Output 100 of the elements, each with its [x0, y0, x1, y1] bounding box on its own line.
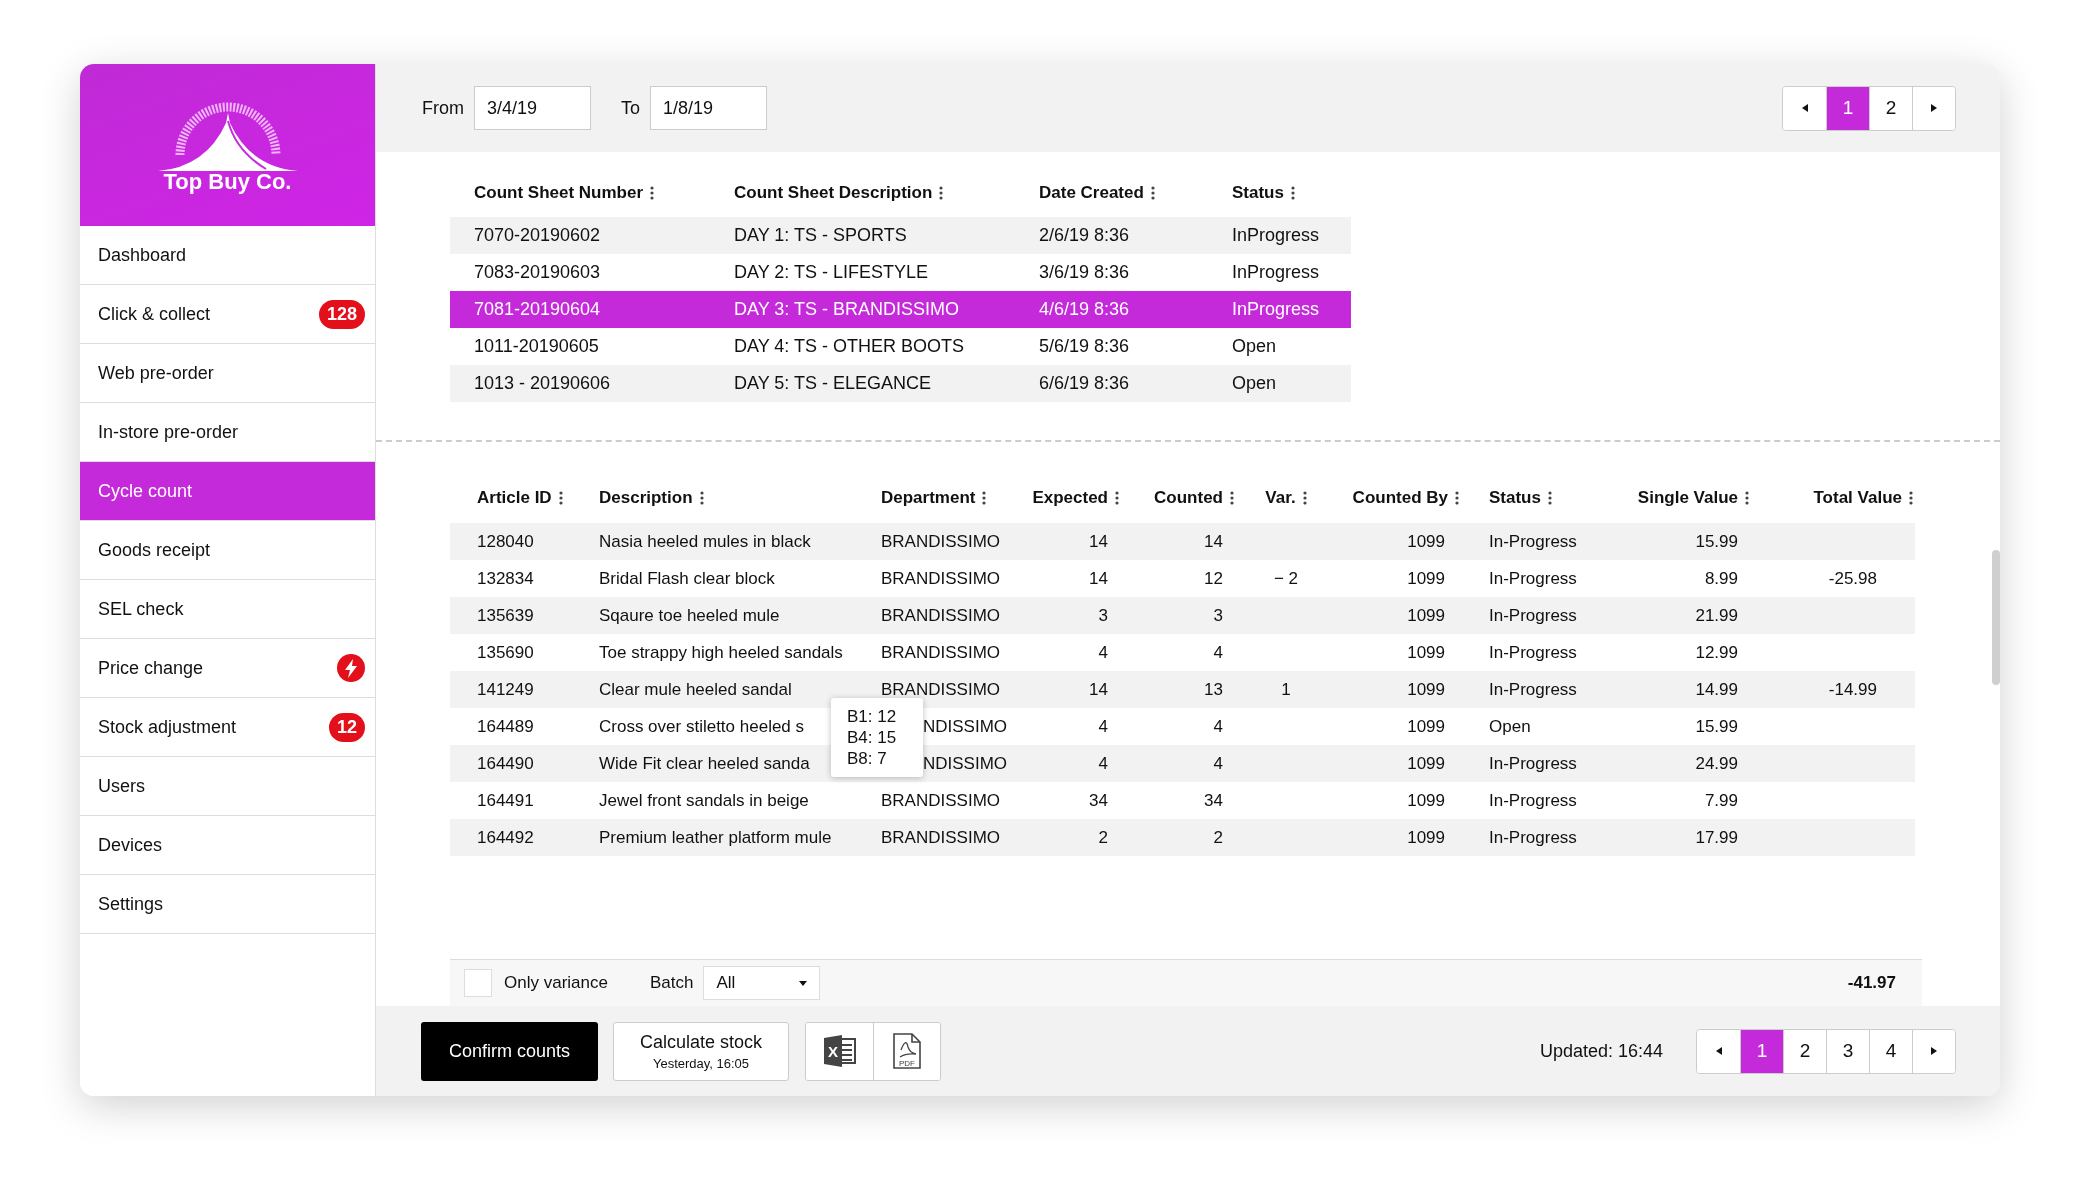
- table-cell: 1099: [1407, 790, 1445, 810]
- from-date-field[interactable]: 3/4/19: [474, 86, 591, 130]
- table-cell: BRANDISSIMO: [881, 531, 1001, 551]
- sidebar-item[interactable]: Stock adjustment 12: [80, 698, 375, 757]
- table-cell: 14: [1089, 531, 1108, 551]
- page-button[interactable]: 1: [1826, 86, 1869, 130]
- brand-name: Top Buy Co.: [163, 169, 292, 195]
- page-button[interactable]: 2: [1869, 86, 1912, 130]
- more-icon: [1150, 186, 1155, 200]
- sidebar-label: Users: [98, 775, 146, 797]
- sidebar-item[interactable]: Dashboard: [80, 226, 375, 285]
- table-row[interactable]: 1011-20190605 DAY 4: TS - OTHER BOOTS 5/6/19 8:36 Open: [450, 328, 1351, 365]
- column-header[interactable]: Status: [1489, 488, 1541, 508]
- previous-page-button[interactable]: [1783, 86, 1826, 130]
- excel-export-button[interactable]: X: [806, 1022, 873, 1080]
- column-header[interactable]: Count Sheet Number: [474, 183, 644, 203]
- more-icon: [558, 491, 563, 505]
- sidebar-item[interactable]: Click & collect 128: [80, 285, 375, 344]
- table-cell: 14: [1089, 679, 1108, 699]
- sidebar-label: Web pre-order: [98, 362, 215, 384]
- batch-dropdown[interactable]: All: [703, 966, 821, 1000]
- table-cell: NDISSIMO: [923, 716, 1008, 736]
- column-header[interactable]: Date Created: [1039, 183, 1144, 203]
- sidebar-item[interactable]: Cycle count: [80, 462, 375, 521]
- table-cell: 14: [1204, 531, 1223, 551]
- column-header[interactable]: Total Value: [1813, 488, 1902, 508]
- table-row[interactable]: 7083-20190603 DAY 2: TS - LIFESTYLE 3/6/19 8:36 InProgress: [450, 254, 1351, 291]
- page-button[interactable]: 2: [1783, 1029, 1826, 1073]
- sidebar-label: Cycle count: [98, 480, 194, 502]
- table-cell: In-Progress: [1489, 753, 1577, 773]
- table-cell: 164491: [477, 790, 534, 810]
- caret-right-icon: [1930, 1046, 1938, 1056]
- table-cell: 164492: [477, 827, 534, 847]
- scrollbar-thumb[interactable]: [1992, 550, 2000, 685]
- table-cell-text: InProgress: [1231, 225, 1321, 246]
- table-cell: 1099: [1407, 605, 1445, 625]
- table-cell: BRANDISSIMO: [881, 827, 1001, 847]
- column-header[interactable]: Description: [599, 488, 693, 508]
- more-icon: [650, 186, 655, 200]
- table-cell-text: 7083-20190603: [473, 262, 602, 283]
- table-cell-text: 1011-20190605: [473, 336, 600, 357]
- table-cell-text: 1013 - 20190606: [473, 373, 612, 394]
- tooltip-text: B4: 15: [847, 726, 898, 748]
- table-cell: Bridal Flash clear block: [599, 568, 775, 588]
- column-header[interactable]: Counted: [1154, 488, 1223, 508]
- table-cell: 1099: [1407, 753, 1445, 773]
- calculate-stock-button[interactable]: Calculate stock Yesterday, 16:05: [613, 1021, 789, 1081]
- column-header[interactable]: Var.: [1265, 488, 1296, 508]
- table-cell: 2: [1098, 827, 1108, 847]
- sidebar-item[interactable]: Settings: [80, 875, 375, 934]
- next-page-button[interactable]: [1912, 1029, 1955, 1073]
- column-header[interactable]: Counted By: [1352, 488, 1448, 508]
- table-cell: 1099: [1407, 716, 1445, 736]
- sidebar-item[interactable]: Goods receipt: [80, 521, 375, 580]
- table-row[interactable]: 7070-20190602 DAY 1: TS - SPORTS 2/6/19 8:36 InProgress: [450, 217, 1351, 254]
- more-icon: [1230, 491, 1234, 505]
- table-cell: 34: [1089, 790, 1108, 810]
- table-cell: 141249: [477, 679, 534, 699]
- table-cell: 4: [1098, 716, 1108, 736]
- column-header[interactable]: Department: [881, 488, 976, 508]
- table-cell: 12.99: [1695, 642, 1738, 662]
- column-header[interactable]: Status: [1232, 183, 1284, 203]
- page-button[interactable]: 1: [1740, 1029, 1783, 1073]
- sidebar-item[interactable]: Web pre-order: [80, 344, 375, 403]
- table-cell-text: Open: [1231, 336, 1278, 357]
- sidebar-label: Dashboard: [98, 244, 188, 266]
- to-label: To: [621, 97, 640, 119]
- table-cell-text: 3/6/19 8:36: [1038, 262, 1131, 283]
- checkbox[interactable]: [464, 969, 492, 997]
- sidebar-item[interactable]: Users: [80, 757, 375, 816]
- pdf-export-button[interactable]: PDF: [873, 1022, 940, 1080]
- table-cell: Nasia heeled mules in black: [599, 531, 811, 551]
- column-header[interactable]: Article ID: [477, 488, 552, 508]
- sidebar-item[interactable]: Devices: [80, 816, 375, 875]
- caret-left-icon: [1714, 1046, 1723, 1056]
- table-cell-text: InProgress: [1231, 262, 1321, 283]
- table-cell: NDISSIMO: [923, 753, 1008, 773]
- more-icon: [699, 491, 704, 505]
- table-cell: 135690: [477, 642, 534, 662]
- column-header[interactable]: Expected: [1032, 488, 1108, 508]
- table-cell-text: InProgress: [1231, 299, 1321, 320]
- table-cell: 1099: [1407, 827, 1445, 847]
- page-button[interactable]: 3: [1826, 1029, 1869, 1073]
- sidebar-item[interactable]: SEL check: [80, 580, 375, 639]
- column-header[interactable]: Single Value: [1637, 488, 1738, 508]
- table-cell: 1099: [1407, 531, 1445, 551]
- table-cell: Jewel front sandals in beige: [599, 790, 809, 810]
- column-header[interactable]: Count Sheet Description: [734, 183, 933, 203]
- sidebar-item[interactable]: Price change: [80, 639, 375, 698]
- confirm-counts-button[interactable]: Confirm counts: [421, 1021, 598, 1081]
- more-icon: [1302, 491, 1307, 505]
- previous-page-button[interactable]: [1697, 1029, 1740, 1073]
- table-cell: 4: [1098, 642, 1108, 662]
- table-row[interactable]: 1013 - 20190606 DAY 5: TS - ELEGANCE 6/6/19 8:36 Open: [450, 365, 1351, 402]
- table-cell-text: 4/6/19 8:36: [1038, 299, 1131, 320]
- next-page-button[interactable]: [1912, 86, 1955, 130]
- table-cell: 164490: [477, 753, 534, 773]
- to-date-field[interactable]: 1/8/19: [650, 86, 767, 130]
- page-button[interactable]: 4: [1869, 1029, 1912, 1073]
- table-row[interactable]: 7081-20190604 DAY 3: TS - BRANDISSIMO 4/6/19 8:36 InProgress: [450, 291, 1351, 328]
